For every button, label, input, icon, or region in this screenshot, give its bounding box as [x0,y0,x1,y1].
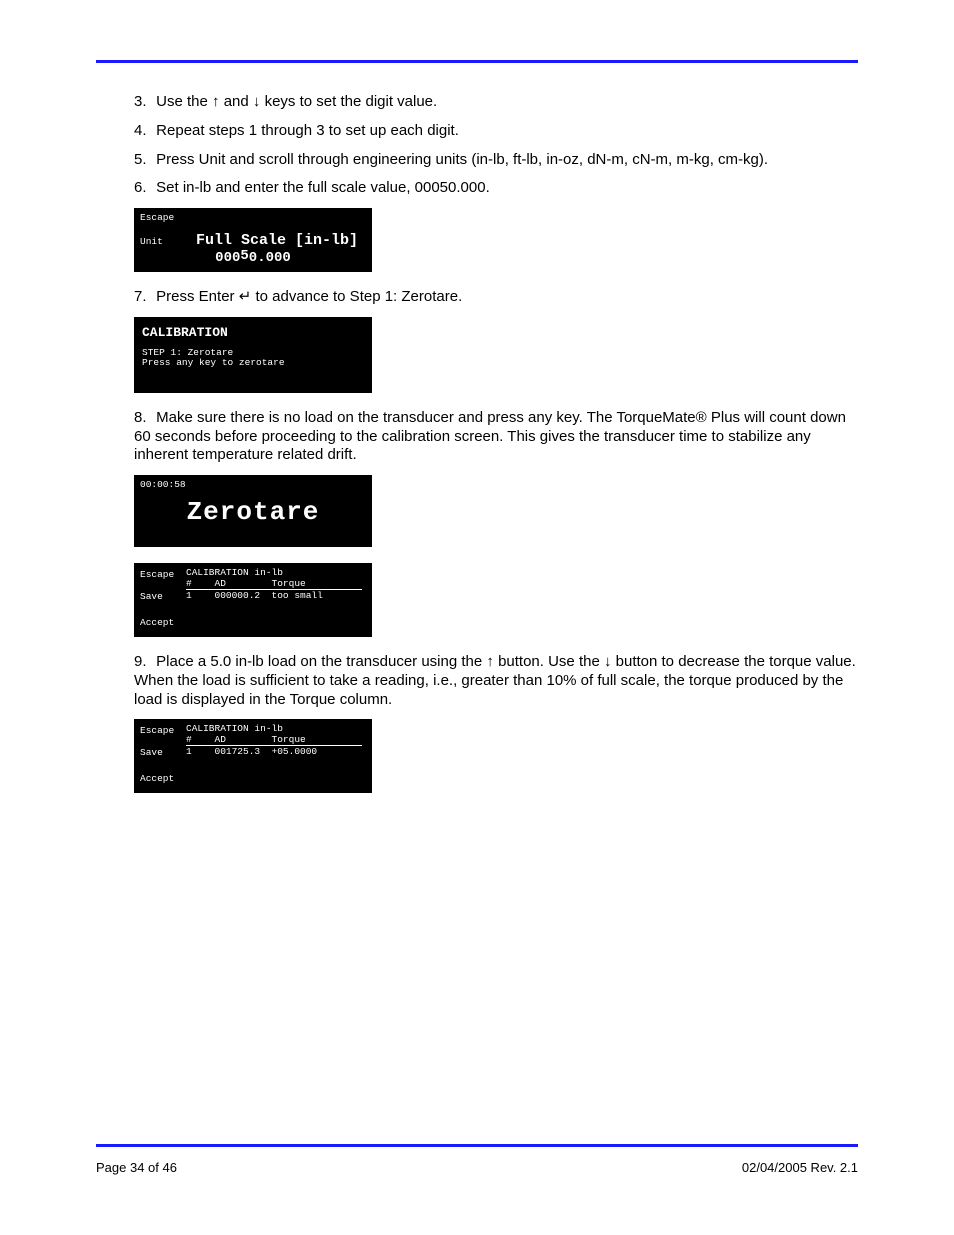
step-9: 9. Place a 5.0 in-lb load on the transdu… [134,653,858,709]
screen-title: Full Scale [in-lb] [196,232,358,249]
step-3: 3. Use the ↑ and ↓ keys to set the digit… [134,93,858,112]
step-8: 8. Make sure there is no load on the tra… [134,409,858,465]
screen-value: 00050.000 [134,250,372,266]
device-screen-zerotare: 00:00:58 Zerotare [134,475,372,547]
softkey-escape: Escape [140,212,174,223]
screen-header: CALIBRATION [142,325,228,340]
softkey-save: Save [140,747,163,758]
text: Place a 5.0 in-lb load on the transducer… [156,653,486,670]
table-header: CALIBRATION in-lb [186,723,283,734]
softkey-accept: Accept [140,773,174,784]
step-num: 4. [134,122,152,141]
arrow-down-icon: ↓ [604,653,612,670]
text: Make sure there is no load on the transd… [134,409,846,464]
page-footer: Page 34 of 46 02/04/2005 Rev. 2.1 [96,1160,858,1175]
footer-rev: 02/04/2005 Rev. 2.1 [742,1160,858,1175]
softkey-escape: Escape [140,569,174,580]
step-num: 8. [134,409,152,428]
value-left: 000 [215,250,240,266]
step-num: 9. [134,653,152,672]
enter-icon: ↵ [239,288,252,305]
screen-line: Press any key to zerotare [142,357,285,368]
bottom-rule [96,1144,858,1147]
arrow-up-icon: ↑ [486,653,494,670]
table-header: CALIBRATION in-lb [186,567,283,578]
softkey-accept: Accept [140,617,174,628]
text: Press Unit and scroll through engineerin… [156,151,768,168]
top-rule [96,60,858,63]
zerotare-label: Zerotare [134,497,372,527]
text: Repeat steps 1 through 3 to set up each … [156,122,459,139]
arrow-up-icon: ↑ [212,93,220,110]
step-num: 6. [134,179,152,198]
softkey-escape: Escape [140,725,174,736]
text: Use the [156,93,212,110]
countdown-time: 00:00:58 [140,479,186,490]
device-screen-step1: CALIBRATION STEP 1: Zerotare Press any k… [134,317,372,393]
footer-page: Page 34 of 46 [96,1160,177,1175]
text: keys to set the digit value. [265,93,438,110]
text: Press Enter [156,288,239,305]
softkey-unit: Unit [140,236,163,247]
value-cursor-char: 5 [240,248,248,264]
text: and [224,93,253,110]
step-4: 4. Repeat steps 1 through 3 to set up ea… [134,122,858,141]
step-num: 5. [134,151,152,170]
table-row: 1 001725.3 +05.0000 [186,746,317,757]
step-5: 5. Press Unit and scroll through enginee… [134,151,858,170]
text: Set in-lb and enter the full scale value… [156,179,490,196]
softkey-save: Save [140,591,163,602]
step-num: 7. [134,288,152,307]
value-right: 0.000 [249,250,291,266]
arrow-down-icon: ↓ [253,93,261,110]
table-columns: # AD Torque [186,578,306,589]
text: to advance to Step 1: Zerotare. [255,288,462,305]
step-num: 3. [134,93,152,112]
device-screen-cal-toosmall: Escape Save Accept CALIBRATION in-lb # A… [134,563,372,637]
text: button. Use the [498,653,604,670]
table-columns: # AD Torque [186,734,306,745]
step-6: 6. Set in-lb and enter the full scale va… [134,179,858,198]
device-screen-cal-reading: Escape Save Accept CALIBRATION in-lb # A… [134,719,372,793]
step-7: 7. Press Enter ↵ to advance to Step 1: Z… [134,288,858,307]
table-row: 1 000000.2 too small [186,590,323,601]
device-screen-fullscale: Escape Unit Full Scale [in-lb] 00050.000 [134,208,372,272]
